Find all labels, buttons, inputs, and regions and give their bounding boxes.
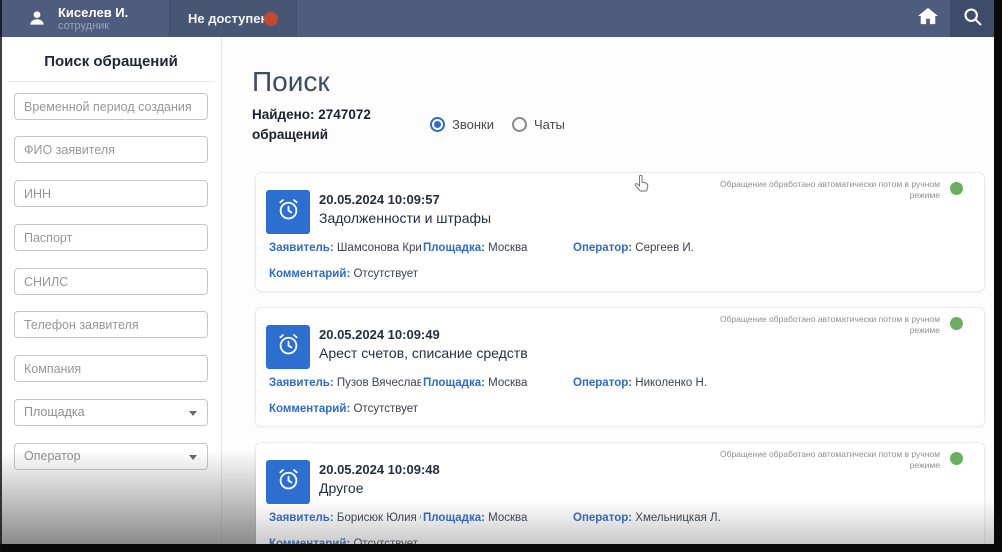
request-topic: Арест счетов, списание средств (319, 345, 528, 361)
radio-unselected-icon (511, 117, 527, 132)
operator-dropdown-label: Оператор (24, 449, 81, 463)
user-menu[interactable]: Киселев И. сотрудник (0, 0, 170, 37)
site-dropdown[interactable]: Площадка (14, 399, 208, 426)
company-input[interactable] (14, 355, 208, 382)
operator-dropdown[interactable]: Оператор (14, 443, 208, 470)
call-type-icon-box (266, 460, 310, 504)
applicant-phone-input[interactable] (14, 311, 208, 338)
chevron-down-icon (189, 411, 197, 416)
site-field: Площадка: Москва (423, 512, 528, 524)
processing-status-text: Обращение обработано автоматически потом… (719, 314, 940, 335)
request-date: 20.05.2024 10:09:57 (319, 192, 440, 207)
radio-chats-label: Чаты (533, 117, 565, 132)
page-title: Поиск (252, 66, 330, 97)
status-red-dot-icon (264, 12, 278, 26)
search-filters-sidebar: Поиск обращений Площадка Оператор (0, 37, 222, 552)
results-count-line2: обращений (252, 127, 328, 142)
call-type-icon-box (266, 325, 310, 369)
availability-status-label: Не доступен (188, 11, 269, 26)
search-button[interactable] (950, 0, 994, 37)
status-green-dot-icon (950, 182, 963, 195)
user-name: Киселев И. (58, 5, 129, 20)
call-type-icon-box (266, 190, 310, 234)
operator-field: Оператор: Николенко Н. (573, 377, 708, 389)
right-letterbox-bar (994, 0, 1002, 552)
results-count-line1: Найдено: 2747072 (252, 107, 371, 122)
comment-field: Комментарий: Отсутствует (269, 403, 418, 415)
topbar: Киселев И. сотрудник Не доступен (0, 0, 1002, 37)
results-count: Найдено: 2747072 обращений (252, 105, 371, 145)
site-field: Площадка: Москва (423, 377, 528, 389)
request-card[interactable]: 20.05.2024 10:09:49 Арест счетов, списан… (255, 307, 985, 427)
search-icon (962, 6, 983, 32)
sidebar-divider (8, 81, 214, 82)
status-green-dot-icon (950, 317, 963, 330)
alarm-clock-icon (275, 196, 302, 228)
site-field: Площадка: Москва (423, 242, 528, 254)
request-topic: Задолженности и штрафы (319, 210, 492, 226)
applicant-field: Заявитель: Шамсонова Кристина... (269, 242, 421, 254)
request-card[interactable]: 20.05.2024 10:09:48 Другое Обращение обр… (255, 442, 985, 552)
radio-calls-label: Звонки (452, 117, 494, 132)
availability-status-button[interactable]: Не доступен (170, 0, 297, 37)
request-card[interactable]: 20.05.2024 10:09:57 Задолженности и штра… (255, 172, 985, 292)
snils-input[interactable] (14, 268, 208, 295)
site-dropdown-label: Площадка (24, 405, 85, 419)
channel-radio-group: Звонки Чаты (430, 117, 565, 132)
request-date: 20.05.2024 10:09:49 (319, 327, 440, 342)
comment-field: Комментарий: Отсутствует (269, 538, 418, 550)
radio-chats[interactable]: Чаты (511, 117, 565, 132)
home-icon (917, 6, 939, 31)
applicant-field: Заявитель: Пузов Вячеслав Вале... (269, 377, 421, 389)
status-green-dot-icon (950, 452, 963, 465)
creation-period-input[interactable] (14, 93, 208, 120)
passport-input[interactable] (14, 224, 208, 251)
radio-calls[interactable]: Звонки (430, 117, 494, 132)
applicant-name-input[interactable] (14, 136, 208, 163)
applicant-field: Заявитель: Борисюк Юлия Серг... (269, 512, 421, 524)
home-button[interactable] (905, 0, 950, 37)
radio-selected-icon (430, 117, 445, 132)
processing-status-text: Обращение обработано автоматически потом… (719, 449, 940, 470)
operator-field: Оператор: Хмельницкая Л. (573, 512, 721, 524)
request-topic: Другое (319, 480, 364, 496)
sidebar-title: Поиск обращений (44, 53, 178, 70)
user-icon (27, 8, 47, 33)
alarm-clock-icon (275, 331, 302, 363)
chevron-down-icon (189, 455, 197, 460)
request-date: 20.05.2024 10:09:48 (319, 462, 440, 477)
inn-input[interactable] (14, 180, 208, 207)
processing-status-text: Обращение обработано автоматически потом… (719, 179, 940, 200)
user-role: сотрудник (58, 20, 110, 32)
operator-field: Оператор: Сергеев И. (573, 242, 694, 254)
alarm-clock-icon (275, 466, 302, 498)
comment-field: Комментарий: Отсутствует (269, 268, 418, 280)
